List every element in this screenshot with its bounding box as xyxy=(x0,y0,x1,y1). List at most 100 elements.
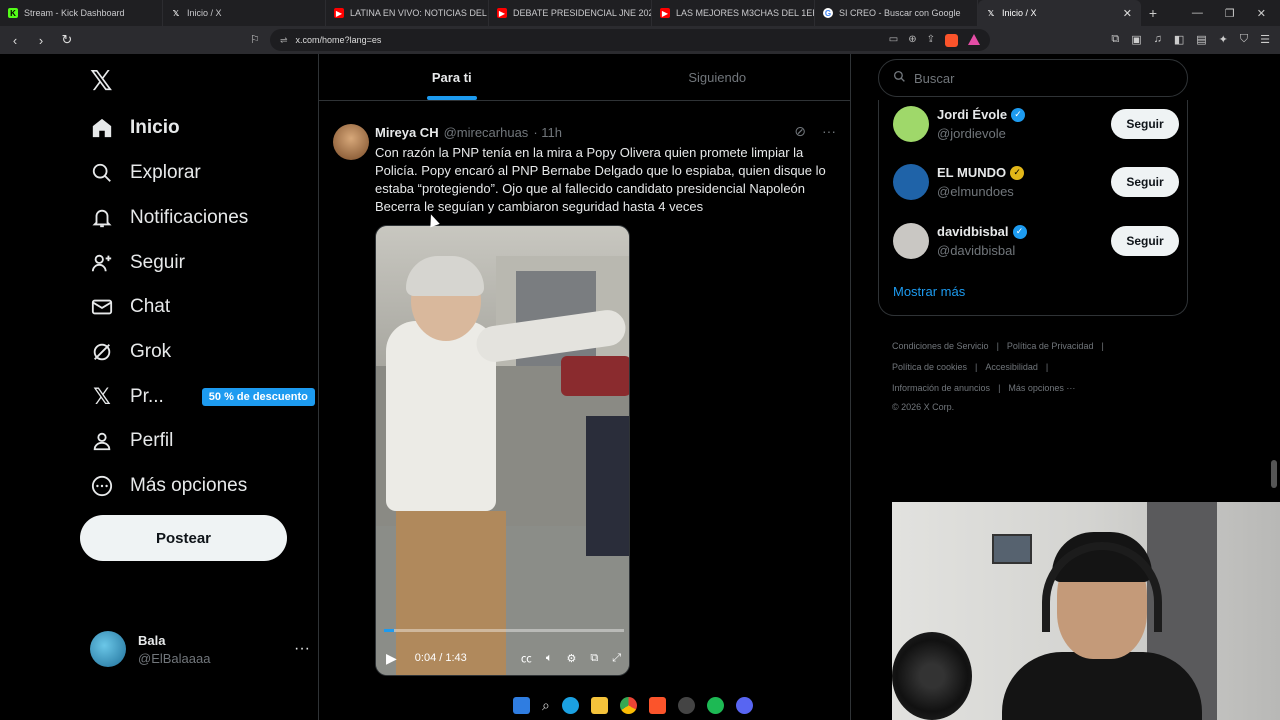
play-icon[interactable]: ▶ xyxy=(386,650,397,667)
follow-suggestion[interactable]: Jordi Évole ✓ @jordievole Seguir xyxy=(893,100,1179,148)
footer-more-link[interactable]: Más opciones ··· xyxy=(1008,383,1075,393)
browser-tab[interactable]: ▶ DEBATE PRESIDENCIAL JNE 2026 xyxy=(489,0,652,26)
tab-siguiendo[interactable]: Siguiendo xyxy=(585,54,851,100)
browser-tab[interactable]: G SI CREO - Buscar con Google xyxy=(815,0,978,26)
sidebar-item-explorar[interactable]: Explorar xyxy=(90,153,201,193)
site-info-icon[interactable]: ⇌ xyxy=(280,35,288,46)
poster xyxy=(992,534,1032,564)
footer-link[interactable]: Condiciones de Servicio xyxy=(892,341,989,351)
search-icon xyxy=(893,70,906,86)
fan xyxy=(892,632,972,720)
address-bar[interactable]: ⇌ x.com/home?lang=es ▭ ⊕ ⇪ xyxy=(270,29,990,51)
pip-icon[interactable]: ⧉ xyxy=(590,652,598,665)
sidebar-item-perfil[interactable]: Perfil xyxy=(90,421,173,461)
follow-button[interactable]: Seguir xyxy=(1111,109,1179,139)
back-icon[interactable]: ‹ xyxy=(8,33,22,48)
tweet-author-name[interactable]: Mireya CH xyxy=(375,125,439,140)
tab-title: SI CREO - Buscar con Google xyxy=(839,8,961,18)
grok-explain-icon[interactable]: ⊘ xyxy=(794,123,806,140)
new-tab-button[interactable]: + xyxy=(1141,5,1165,21)
x-logo-icon[interactable]: 𝕏 xyxy=(90,64,113,97)
x-icon: 𝕏 xyxy=(172,8,180,18)
scrollbar[interactable] xyxy=(1271,460,1277,488)
spotify-icon[interactable] xyxy=(706,696,724,714)
maximize-icon[interactable]: ❐ xyxy=(1225,7,1235,20)
sidebar-item-notificaciones[interactable]: Notificaciones xyxy=(90,198,248,238)
brave-rewards-icon[interactable] xyxy=(968,33,980,45)
minimize-icon[interactable]: — xyxy=(1192,7,1203,20)
follow-suggestion[interactable]: davidbisbal ✓ @davidbisbal Seguir xyxy=(893,217,1179,265)
bookmark-icon[interactable]: ⚐ xyxy=(250,33,260,46)
tab-para-ti[interactable]: Para ti xyxy=(319,54,585,100)
file-explorer-icon[interactable] xyxy=(590,696,608,714)
screenshot-icon[interactable]: ▣ xyxy=(1131,33,1141,46)
footer-link[interactable]: Política de cookies xyxy=(892,362,967,372)
brave-icon[interactable] xyxy=(648,696,666,714)
account-name: Bala xyxy=(138,632,166,648)
left-navigation: 𝕏 Inicio Explorar Notificaciones Seguir … xyxy=(80,54,318,720)
browser-tab-active[interactable]: 𝕏 Inicio / X ✕ xyxy=(978,0,1141,26)
search-placeholder: Buscar xyxy=(914,70,955,86)
cast-icon[interactable]: ▭ xyxy=(889,34,898,47)
account-switcher[interactable]: Bala @ElBalaaaa ··· xyxy=(90,628,310,670)
extensions-icon[interactable]: ⧉ xyxy=(1111,33,1119,46)
sidebar-icon[interactable]: ◧ xyxy=(1174,33,1184,46)
windows-start-icon[interactable] xyxy=(513,696,530,714)
suggestion-name: davidbisbal xyxy=(937,224,1009,239)
browser-toolbar: ‹ › ↻ ⚐ ⇌ x.com/home?lang=es ▭ ⊕ ⇪ ⧉ ▣ ♫… xyxy=(0,26,1280,54)
obs-icon[interactable] xyxy=(677,696,695,714)
follow-suggestion[interactable]: EL MUNDO ✓ @elmundoes Seguir xyxy=(893,158,1179,206)
browser-tab[interactable]: 𝕏 Inicio / X xyxy=(163,0,326,26)
sidebar-item-mas-opciones[interactable]: Más opciones xyxy=(90,466,247,506)
sidebar-item-chat[interactable]: Chat xyxy=(90,287,170,327)
tweet-avatar[interactable] xyxy=(333,124,369,160)
zoom-icon[interactable]: ⊕ xyxy=(908,34,916,47)
more-horizontal-icon[interactable]: ··· xyxy=(294,640,310,658)
close-tab-icon[interactable]: ✕ xyxy=(1123,7,1132,20)
sidebar-item-premium[interactable]: 𝕏 Pr... 50 % de descuento xyxy=(90,377,315,417)
separator: | xyxy=(1101,341,1104,351)
search-icon[interactable]: ⌕ xyxy=(542,697,550,714)
tweet-timestamp[interactable]: · 11h xyxy=(533,125,562,140)
show-more-link[interactable]: Mostrar más xyxy=(893,284,965,299)
settings-icon[interactable]: ⚙ xyxy=(566,652,576,665)
footer-link[interactable]: Accesibilidad xyxy=(985,362,1038,372)
volume-icon[interactable]: 🔈︎ xyxy=(546,652,553,665)
close-window-icon[interactable]: ✕ xyxy=(1257,7,1266,20)
grok-icon xyxy=(90,340,114,364)
forward-icon[interactable]: › xyxy=(34,33,48,48)
sidebar-item-label: Chat xyxy=(130,296,171,317)
verified-badge-icon: ✓ xyxy=(1012,224,1027,239)
discord-icon[interactable] xyxy=(735,696,753,714)
taskbar: ⌕ xyxy=(505,690,785,720)
chrome-icon[interactable] xyxy=(619,696,637,714)
more-horizontal-icon[interactable]: ··· xyxy=(822,123,836,140)
follow-button[interactable]: Seguir xyxy=(1111,167,1179,197)
follow-button[interactable]: Seguir xyxy=(1111,226,1179,256)
sidebar-item-seguir[interactable]: Seguir xyxy=(90,243,185,283)
browser-tab[interactable]: ▶ LATINA EN VIVO: NOTICIAS DEL PER xyxy=(326,0,489,26)
sidebar-item-inicio[interactable]: Inicio xyxy=(90,108,180,148)
search-input[interactable]: Buscar xyxy=(878,59,1188,97)
footer-link[interactable]: Información de anuncios xyxy=(892,383,990,393)
wallet-icon[interactable]: ▤ xyxy=(1196,33,1206,46)
add-person-icon xyxy=(90,251,114,275)
vpn-icon[interactable]: ⛉ xyxy=(1240,33,1248,46)
brave-shields-icon[interactable] xyxy=(945,33,958,47)
fullscreen-icon[interactable]: ⤢ xyxy=(612,652,621,665)
edge-icon[interactable] xyxy=(561,696,579,714)
post-button[interactable]: Postear xyxy=(80,515,287,561)
browser-tab[interactable]: K Stream - Kick Dashboard xyxy=(0,0,163,26)
tweet-author-handle[interactable]: @mirecarhuas xyxy=(444,125,529,140)
tweet-video[interactable]: ▶ 0:04 / 1:43 ㏄ 🔈︎ ⚙ ⧉ ⤢ xyxy=(375,225,630,676)
leo-ai-icon[interactable]: ✦ xyxy=(1219,33,1228,46)
video-progress-bar[interactable] xyxy=(384,629,624,632)
footer-link[interactable]: Política de Privacidad xyxy=(1007,341,1094,351)
menu-icon[interactable]: ☰ xyxy=(1260,33,1270,46)
share-icon[interactable]: ⇪ xyxy=(927,34,935,47)
reload-icon[interactable]: ↻ xyxy=(60,32,74,48)
captions-icon[interactable]: ㏄ xyxy=(521,650,532,666)
music-icon[interactable]: ♫ xyxy=(1154,33,1162,46)
browser-tab[interactable]: ▶ LAS MEJORES M3CHAS DEL 1ER DEB xyxy=(652,0,815,26)
sidebar-item-grok[interactable]: Grok xyxy=(90,332,171,372)
